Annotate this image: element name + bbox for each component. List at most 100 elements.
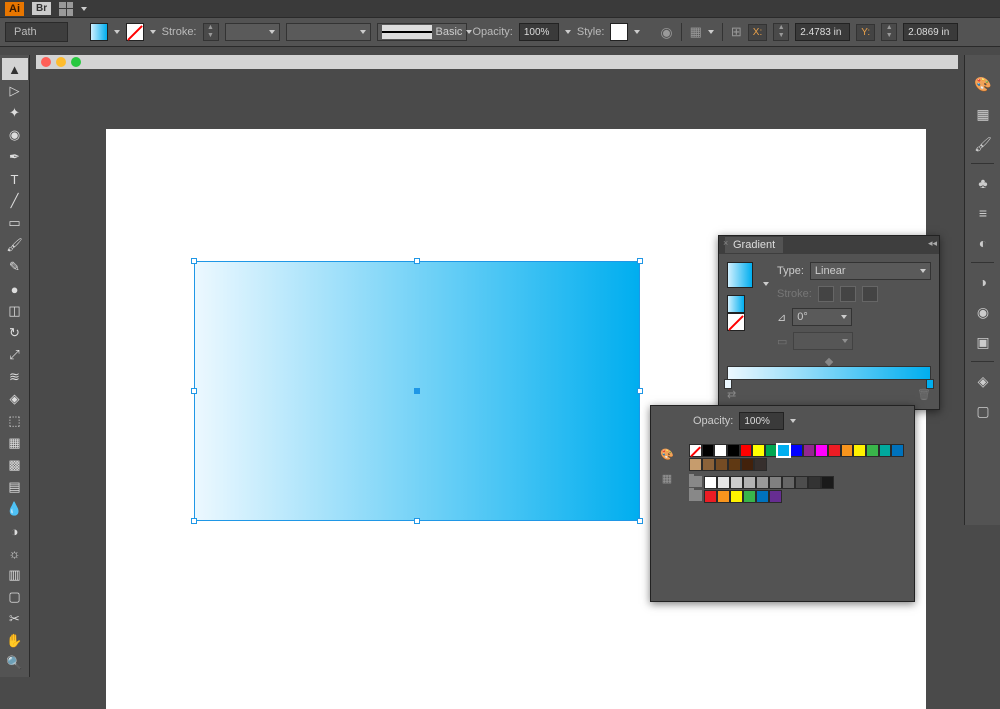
align-icon[interactable]: ▦ xyxy=(690,24,702,40)
bridge-badge[interactable]: Br xyxy=(32,2,51,15)
gradient-fill-toggle[interactable] xyxy=(727,295,745,313)
mesh-tool[interactable]: ▩ xyxy=(2,454,28,476)
appearance-icon[interactable]: ◉ xyxy=(965,297,1000,327)
color-swatch[interactable] xyxy=(853,444,866,457)
color-mixer-icon[interactable]: 🎨 xyxy=(657,444,677,464)
color-swatch[interactable] xyxy=(714,444,727,457)
color-swatch[interactable] xyxy=(866,444,879,457)
color-swatch[interactable] xyxy=(704,490,717,503)
symbols-icon[interactable]: ♣ xyxy=(965,168,1000,198)
color-swatch[interactable] xyxy=(769,476,782,489)
resize-handle[interactable] xyxy=(637,518,643,524)
arrange-icon[interactable] xyxy=(59,2,73,16)
gradient-preview[interactable] xyxy=(727,262,753,288)
close-window-icon[interactable] xyxy=(41,57,51,67)
slice-tool[interactable]: ✂ xyxy=(2,608,28,630)
pencil-tool[interactable]: ✎ xyxy=(2,256,28,278)
y-stepper[interactable]: ▲▼ xyxy=(881,23,897,41)
swatches-icon[interactable]: ▦ xyxy=(965,99,1000,129)
panel-menu-icon[interactable]: ◂◂ xyxy=(928,238,937,249)
x-stepper[interactable]: ▲▼ xyxy=(773,23,789,41)
minimize-window-icon[interactable] xyxy=(56,57,66,67)
resize-handle[interactable] xyxy=(637,388,643,394)
rotate-tool[interactable]: ↻ xyxy=(2,322,28,344)
resize-handle[interactable] xyxy=(414,518,420,524)
style-swatch[interactable] xyxy=(610,23,628,41)
recolor-icon[interactable]: ◉ xyxy=(660,24,672,41)
color-swatch[interactable] xyxy=(765,444,778,457)
color-swatch[interactable] xyxy=(815,444,828,457)
stroke-gradient-across-icon[interactable] xyxy=(862,286,878,302)
stroke-weight-stepper[interactable]: ▲▼ xyxy=(203,23,219,41)
direct-selection-tool[interactable]: ▷ xyxy=(2,80,28,102)
color-swatch[interactable] xyxy=(754,458,767,471)
opacity-input[interactable] xyxy=(519,23,559,41)
color-swatch[interactable] xyxy=(730,490,743,503)
paintbrush-tool[interactable]: 🖌 xyxy=(2,234,28,256)
color-swatch[interactable] xyxy=(743,490,756,503)
perspective-tool[interactable]: ▦ xyxy=(2,432,28,454)
blend-tool[interactable]: ◑ xyxy=(2,520,28,542)
color-swatch[interactable] xyxy=(769,490,782,503)
rectangle-tool[interactable]: ▭ xyxy=(2,212,28,234)
color-swatch[interactable] xyxy=(891,444,904,457)
color-swatch[interactable] xyxy=(879,444,892,457)
color-swatch[interactable] xyxy=(727,444,740,457)
gradient-icon[interactable]: ◐ xyxy=(965,228,1000,258)
color-swatch[interactable] xyxy=(756,476,769,489)
close-icon[interactable]: × xyxy=(723,238,728,248)
color-swatch[interactable] xyxy=(689,458,702,471)
color-swatch[interactable] xyxy=(741,458,754,471)
brushes-icon[interactable]: 🖌 xyxy=(965,129,1000,159)
color-swatch[interactable] xyxy=(730,476,743,489)
chevron-down-icon[interactable] xyxy=(81,7,87,11)
gradient-stop[interactable] xyxy=(724,379,732,389)
folder-icon[interactable] xyxy=(689,476,702,487)
gradient-tab[interactable]: Gradient xyxy=(725,237,783,253)
delete-stop-icon[interactable]: 🗑 xyxy=(917,388,931,401)
angle-dropdown[interactable]: 0° xyxy=(792,308,852,326)
y-input[interactable] xyxy=(903,23,958,41)
chevron-down-icon[interactable] xyxy=(763,282,769,286)
graphic-styles-icon[interactable]: ▣ xyxy=(965,327,1000,357)
color-swatch[interactable] xyxy=(808,476,821,489)
artboard-tool[interactable]: ▢ xyxy=(2,586,28,608)
resize-handle[interactable] xyxy=(414,258,420,264)
free-transform-tool[interactable]: ◈ xyxy=(2,388,28,410)
chevron-down-icon[interactable] xyxy=(634,30,640,34)
type-tool[interactable]: T xyxy=(2,168,28,190)
gradient-midpoint[interactable] xyxy=(825,358,833,366)
color-swatch[interactable] xyxy=(717,476,730,489)
gradient-tool[interactable]: ▤ xyxy=(2,476,28,498)
brush-dropdown[interactable]: Basic xyxy=(377,23,467,41)
stroke-weight-dropdown[interactable] xyxy=(225,23,280,41)
color-swatch[interactable] xyxy=(728,458,741,471)
resize-handle[interactable] xyxy=(191,258,197,264)
stroke-gradient-within-icon[interactable] xyxy=(818,286,834,302)
x-input[interactable] xyxy=(795,23,850,41)
zoom-tool[interactable]: 🔍 xyxy=(2,652,28,674)
color-swatch[interactable] xyxy=(790,444,803,457)
color-swatch[interactable] xyxy=(756,490,769,503)
artboards-panel-icon[interactable]: ▢ xyxy=(965,396,1000,426)
lasso-tool[interactable]: ◉ xyxy=(2,124,28,146)
chevron-down-icon[interactable] xyxy=(114,30,120,34)
blob-tool[interactable]: ● xyxy=(2,278,28,300)
eyedropper-tool[interactable]: 💧 xyxy=(2,498,28,520)
color-swatch[interactable] xyxy=(777,444,790,457)
swatch-opacity-input[interactable] xyxy=(739,412,784,430)
center-point[interactable] xyxy=(414,388,420,394)
color-swatch[interactable] xyxy=(752,444,765,457)
resize-handle[interactable] xyxy=(191,518,197,524)
selected-rectangle[interactable] xyxy=(194,261,640,521)
chevron-down-icon[interactable] xyxy=(565,30,571,34)
resize-handle[interactable] xyxy=(191,388,197,394)
color-swatch[interactable] xyxy=(715,458,728,471)
chevron-down-icon[interactable] xyxy=(708,30,714,34)
hand-tool[interactable]: ✋ xyxy=(2,630,28,652)
stroke-swatch[interactable] xyxy=(126,23,144,41)
selection-tool[interactable]: ▲ xyxy=(2,58,28,80)
layers-icon[interactable]: ◈ xyxy=(965,366,1000,396)
color-swatch[interactable] xyxy=(740,444,753,457)
color-swatch[interactable] xyxy=(702,458,715,471)
